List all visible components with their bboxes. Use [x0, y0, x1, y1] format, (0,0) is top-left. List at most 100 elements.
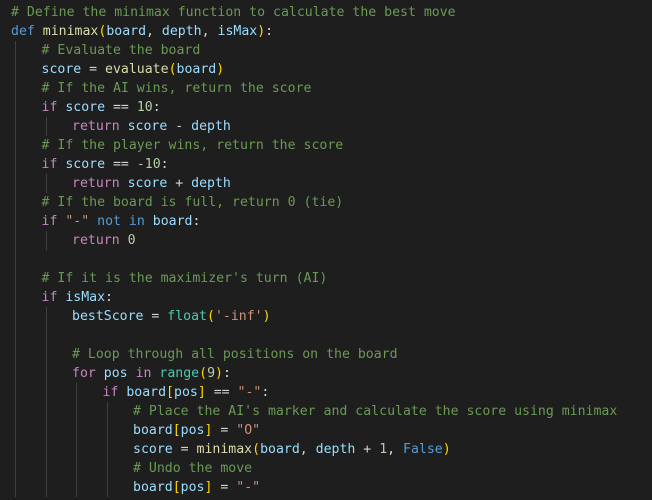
code-token-op — [120, 119, 128, 134]
code-line[interactable]: # Define the minimax function to calcula… — [11, 3, 456, 22]
indent-guide — [45, 307, 47, 497]
code-editor[interactable]: # Define the minimax function to calcula… — [0, 0, 652, 500]
code-token-p1: ] — [197, 385, 206, 400]
code-line[interactable]: # Place the AI's marker and calculate th… — [133, 402, 617, 421]
code-token-op — [120, 233, 128, 248]
code-token-var: pos — [174, 385, 198, 400]
code-token-p1: [ — [172, 423, 181, 438]
code-line[interactable]: def minimax(board, depth, isMax): — [11, 22, 273, 41]
indent-guide — [106, 402, 108, 497]
code-token-str: '-inf' — [214, 309, 263, 324]
code-token-var: board — [106, 24, 147, 39]
code-token-punc: : — [222, 366, 231, 381]
code-token-p1: [ — [166, 385, 174, 400]
code-token-num: 9 — [207, 366, 216, 381]
code-token-str: "-" — [236, 480, 261, 495]
code-token-var: score — [41, 62, 82, 77]
code-token-builtin: range — [159, 366, 200, 381]
code-line[interactable]: score = minimax(board, depth + 1, False) — [133, 440, 451, 459]
code-token-control: if — [41, 100, 58, 115]
indent-guide — [76, 383, 77, 497]
code-token-punc: : — [152, 100, 161, 115]
code-line[interactable]: # Undo the move — [133, 459, 252, 478]
code-line[interactable]: board[pos] = "-" — [133, 478, 260, 497]
code-token-var: bestScore — [72, 309, 144, 324]
code-line[interactable]: if "-" not in board: — [42, 212, 201, 231]
code-line[interactable]: if score == -10: — [42, 155, 169, 174]
indent-guide — [45, 231, 47, 250]
code-token-func: evaluate — [105, 62, 169, 77]
code-token-op — [120, 176, 128, 191]
code-token-comment: # If it is the maximizer's turn (AI) — [41, 271, 328, 286]
code-token-var: depth — [161, 24, 202, 39]
code-token-p1: ) — [262, 309, 271, 324]
code-token-op: == — [205, 385, 238, 400]
code-token-op — [145, 214, 153, 229]
code-line[interactable]: if isMax: — [42, 288, 114, 307]
code-token-str: "-" — [237, 385, 262, 400]
code-token-op — [128, 366, 136, 381]
code-token-op: = — [81, 62, 106, 77]
code-token-control: if — [102, 385, 119, 400]
code-token-keyword: False — [403, 442, 443, 457]
code-line[interactable]: # If the AI wins, return the score — [42, 79, 312, 98]
code-token-var: depth — [191, 119, 231, 134]
code-token-num: 10 — [136, 100, 153, 115]
code-token-op: + — [355, 442, 380, 457]
indent-guide — [45, 174, 47, 193]
code-token-control: return — [72, 176, 120, 191]
code-token-punc: : — [105, 290, 113, 305]
code-token-control: if — [41, 214, 58, 229]
code-token-p1: ( — [207, 309, 215, 324]
code-token-var: isMax — [65, 290, 106, 305]
code-token-num: 1 — [379, 442, 388, 457]
indent-guide — [15, 41, 16, 497]
code-token-op — [96, 366, 104, 381]
code-token-control: in — [135, 366, 152, 381]
code-token-keyword: in — [128, 214, 145, 229]
code-token-func: minimax — [42, 24, 99, 39]
code-token-var: score — [65, 100, 106, 115]
code-line[interactable]: # Evaluate the board — [42, 41, 201, 60]
code-line[interactable]: if score == 10: — [42, 98, 161, 117]
code-line[interactable]: # Loop through all positions on the boar… — [72, 345, 398, 364]
code-token-var: pos — [103, 366, 128, 381]
code-token-comment: # Loop through all positions on the boar… — [72, 347, 398, 362]
code-token-var: depth — [315, 442, 356, 457]
code-line[interactable]: # If it is the maximizer's turn (AI) — [42, 269, 328, 288]
code-token-control: return — [72, 119, 120, 134]
code-line[interactable]: # If the board is full, return 0 (tie) — [42, 193, 344, 212]
code-token-op: == — [105, 157, 137, 172]
code-line[interactable]: for pos in range(9): — [72, 364, 231, 383]
code-line[interactable]: if board[pos] == "-": — [103, 383, 270, 402]
code-line[interactable]: board[pos] = "O" — [133, 421, 260, 440]
code-token-punc: : — [192, 214, 201, 229]
code-line[interactable]: bestScore = float('-inf') — [72, 307, 271, 326]
code-line[interactable]: return score - depth — [72, 117, 231, 136]
code-token-var: board — [176, 62, 217, 77]
code-line[interactable]: return 0 — [72, 231, 136, 250]
code-token-op: - — [167, 119, 192, 134]
code-token-comment: # Define the minimax function to calcula… — [11, 5, 456, 20]
code-token-punc: , — [387, 442, 404, 457]
code-token-comment: # Evaluate the board — [41, 43, 201, 58]
code-token-op: = — [212, 480, 237, 495]
code-token-p1: ) — [216, 62, 225, 77]
code-token-p1: ( — [252, 442, 261, 457]
code-token-var: board — [152, 214, 193, 229]
code-token-control: return — [72, 233, 120, 248]
code-token-control: for — [72, 366, 96, 381]
code-line[interactable]: # If the player wins, return the score — [42, 136, 344, 155]
code-token-var: depth — [191, 176, 231, 191]
code-line[interactable]: score = evaluate(board) — [42, 60, 225, 79]
code-token-func: minimax — [196, 442, 253, 457]
code-token-var: board — [133, 480, 173, 495]
code-token-num: -10 — [136, 157, 161, 172]
code-token-p1: ( — [199, 366, 208, 381]
code-token-op — [121, 214, 129, 229]
code-token-var: board — [260, 442, 300, 457]
code-token-punc: , — [299, 442, 316, 457]
code-token-op: = — [143, 309, 168, 324]
code-line[interactable]: return score + depth — [72, 174, 231, 193]
code-token-var: pos — [180, 423, 205, 438]
